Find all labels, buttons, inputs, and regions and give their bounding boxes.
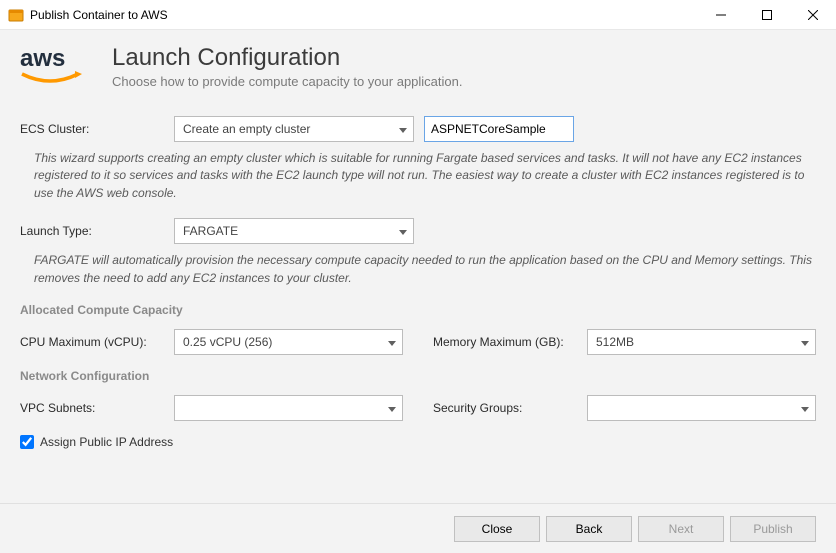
main-content: aws Launch Configuration Choose how to p… xyxy=(0,30,836,503)
cluster-name-input[interactable] xyxy=(424,116,574,142)
cpu-max-combo[interactable]: 0.25 vCPU (256) xyxy=(174,329,403,355)
vpc-subnets-combo[interactable] xyxy=(174,395,403,421)
ecs-cluster-row: ECS Cluster: Create an empty cluster xyxy=(20,116,816,142)
chevron-down-icon xyxy=(388,401,396,415)
compute-section-header: Allocated Compute Capacity xyxy=(20,303,816,317)
chevron-down-icon xyxy=(801,335,809,349)
page-header: aws Launch Configuration Choose how to p… xyxy=(20,30,816,102)
close-button[interactable]: Close xyxy=(454,516,540,542)
network-section-header: Network Configuration xyxy=(20,369,816,383)
compute-row: CPU Maximum (vCPU): 0.25 vCPU (256) Memo… xyxy=(20,329,816,355)
footer: Close Back Next Publish xyxy=(0,503,836,553)
network-row: VPC Subnets: Security Groups: xyxy=(20,395,816,421)
cpu-max-value: 0.25 vCPU (256) xyxy=(183,335,272,349)
cpu-max-label: CPU Maximum (vCPU): xyxy=(20,335,164,349)
maximize-button[interactable] xyxy=(744,0,790,30)
assign-ip-label: Assign Public IP Address xyxy=(40,435,173,449)
chevron-down-icon xyxy=(801,401,809,415)
app-icon xyxy=(8,7,24,23)
security-groups-combo[interactable] xyxy=(587,395,816,421)
mem-max-value: 512MB xyxy=(596,335,634,349)
chevron-down-icon xyxy=(399,122,407,136)
publish-button[interactable]: Publish xyxy=(730,516,816,542)
page-subtitle: Choose how to provide compute capacity t… xyxy=(112,74,462,89)
close-window-button[interactable] xyxy=(790,0,836,30)
chevron-down-icon xyxy=(388,335,396,349)
ecs-cluster-label: ECS Cluster: xyxy=(20,122,164,136)
titlebar: Publish Container to AWS xyxy=(0,0,836,30)
ecs-cluster-value: Create an empty cluster xyxy=(183,122,310,136)
launch-type-value: FARGATE xyxy=(183,224,238,238)
launch-type-combo[interactable]: FARGATE xyxy=(174,218,414,244)
next-button[interactable]: Next xyxy=(638,516,724,542)
mem-max-combo[interactable]: 512MB xyxy=(587,329,816,355)
launch-type-label: Launch Type: xyxy=(20,224,164,238)
aws-logo: aws xyxy=(20,44,98,92)
back-button[interactable]: Back xyxy=(546,516,632,542)
window-title: Publish Container to AWS xyxy=(30,8,698,22)
ecs-cluster-combo[interactable]: Create an empty cluster xyxy=(174,116,414,142)
launch-type-help: FARGATE will automatically provision the… xyxy=(20,244,816,289)
vpc-subnets-label: VPC Subnets: xyxy=(20,401,164,415)
security-groups-label: Security Groups: xyxy=(433,401,577,415)
svg-text:aws: aws xyxy=(20,45,65,72)
chevron-down-icon xyxy=(399,224,407,238)
mem-max-label: Memory Maximum (GB): xyxy=(433,335,577,349)
minimize-button[interactable] xyxy=(698,0,744,30)
assign-ip-checkbox[interactable] xyxy=(20,435,34,449)
page-title: Launch Configuration xyxy=(112,44,462,72)
ecs-cluster-help: This wizard supports creating an empty c… xyxy=(20,142,816,204)
assign-ip-row: Assign Public IP Address xyxy=(20,435,816,449)
launch-type-row: Launch Type: FARGATE xyxy=(20,218,816,244)
